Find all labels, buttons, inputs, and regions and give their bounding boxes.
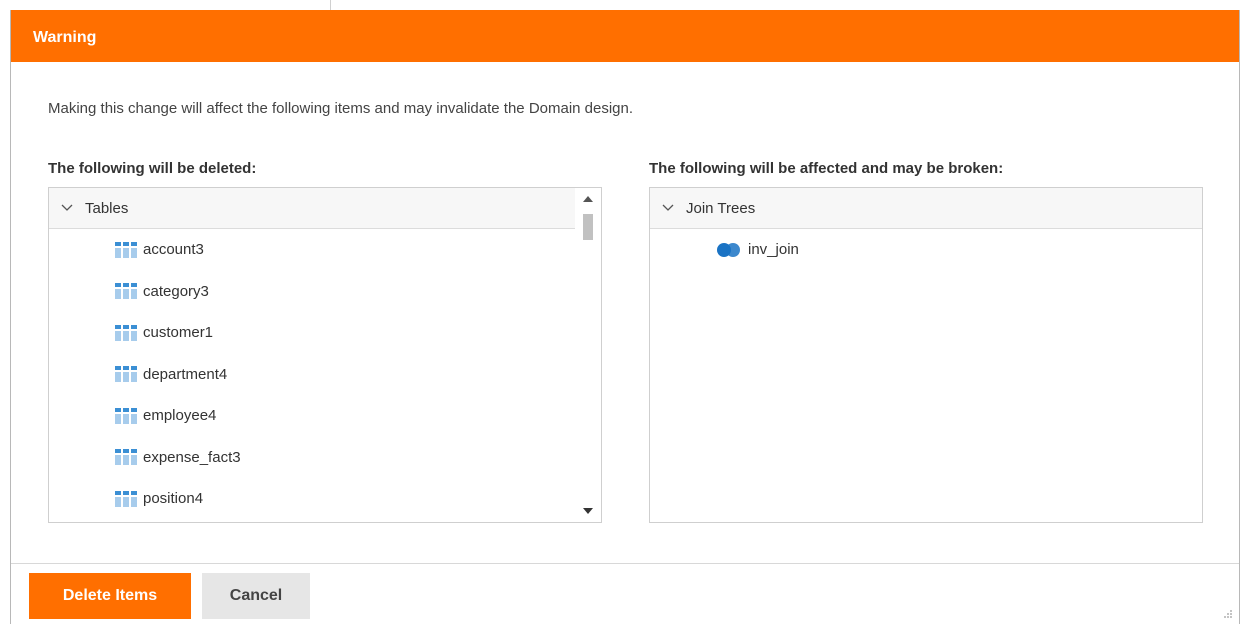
scroll-up-arrow-icon[interactable] — [581, 192, 595, 206]
cancel-button[interactable]: Cancel — [202, 573, 310, 619]
table-name: customer1 — [143, 324, 214, 342]
scroll-thumb[interactable] — [583, 214, 593, 240]
deleted-heading: The following will be deleted: — [48, 160, 257, 177]
table-icon — [115, 449, 137, 466]
join-trees-list: inv_join — [650, 229, 1202, 271]
deleted-items-panel: Tables account3 category3 customer1 departm… — [48, 187, 602, 523]
table-list-item[interactable]: category3 — [49, 271, 601, 313]
table-icon — [115, 283, 137, 300]
join-trees-group-header[interactable]: Join Trees — [650, 188, 1202, 229]
scroll-down-arrow-icon[interactable] — [581, 504, 595, 518]
delete-items-button[interactable]: Delete Items — [29, 573, 191, 619]
table-list-item[interactable]: department4 — [49, 354, 601, 396]
table-list-item[interactable]: customer1 — [49, 312, 601, 354]
chevron-down-icon[interactable] — [662, 204, 682, 212]
chevron-down-icon[interactable] — [61, 204, 81, 212]
table-name: position4 — [143, 490, 204, 508]
table-name: category3 — [143, 282, 209, 300]
table-icon — [115, 366, 137, 383]
table-list-item[interactable]: expense_fact3 — [49, 437, 601, 479]
warning-message: Making this change will affect the follo… — [48, 100, 634, 117]
table-list-item[interactable]: account3 — [49, 229, 601, 271]
dialog-title: Warning — [11, 10, 1239, 62]
tables-group-label: Tables — [85, 199, 129, 217]
footer-divider — [11, 563, 1239, 564]
table-list-item[interactable]: employee4 — [49, 395, 601, 437]
table-name: employee4 — [143, 407, 217, 425]
warning-dialog: Warning Making this change will affect t… — [10, 10, 1240, 624]
join-tree-name: inv_join — [748, 241, 799, 259]
affected-items-panel: Join Trees inv_join — [649, 187, 1203, 523]
tables-list: account3 category3 customer1 department4 emp… — [49, 229, 601, 520]
table-name: expense_fact3 — [143, 448, 241, 466]
table-icon — [115, 407, 137, 424]
tables-group-header[interactable]: Tables — [49, 188, 575, 229]
resize-grip-icon[interactable] — [1221, 606, 1233, 618]
join-trees-group-label: Join Trees — [686, 199, 756, 217]
table-icon — [115, 324, 137, 341]
table-name: account3 — [143, 241, 204, 259]
background-strip — [0, 0, 1240, 10]
table-list-item[interactable]: position4 — [49, 478, 601, 520]
affected-heading: The following will be affected and may b… — [649, 160, 1004, 177]
table-name: department4 — [143, 365, 228, 383]
join-icon — [716, 242, 742, 258]
table-icon — [115, 490, 137, 507]
tables-scrollbar[interactable] — [575, 188, 601, 522]
table-icon — [115, 241, 137, 258]
join-tree-list-item[interactable]: inv_join — [650, 229, 1202, 271]
